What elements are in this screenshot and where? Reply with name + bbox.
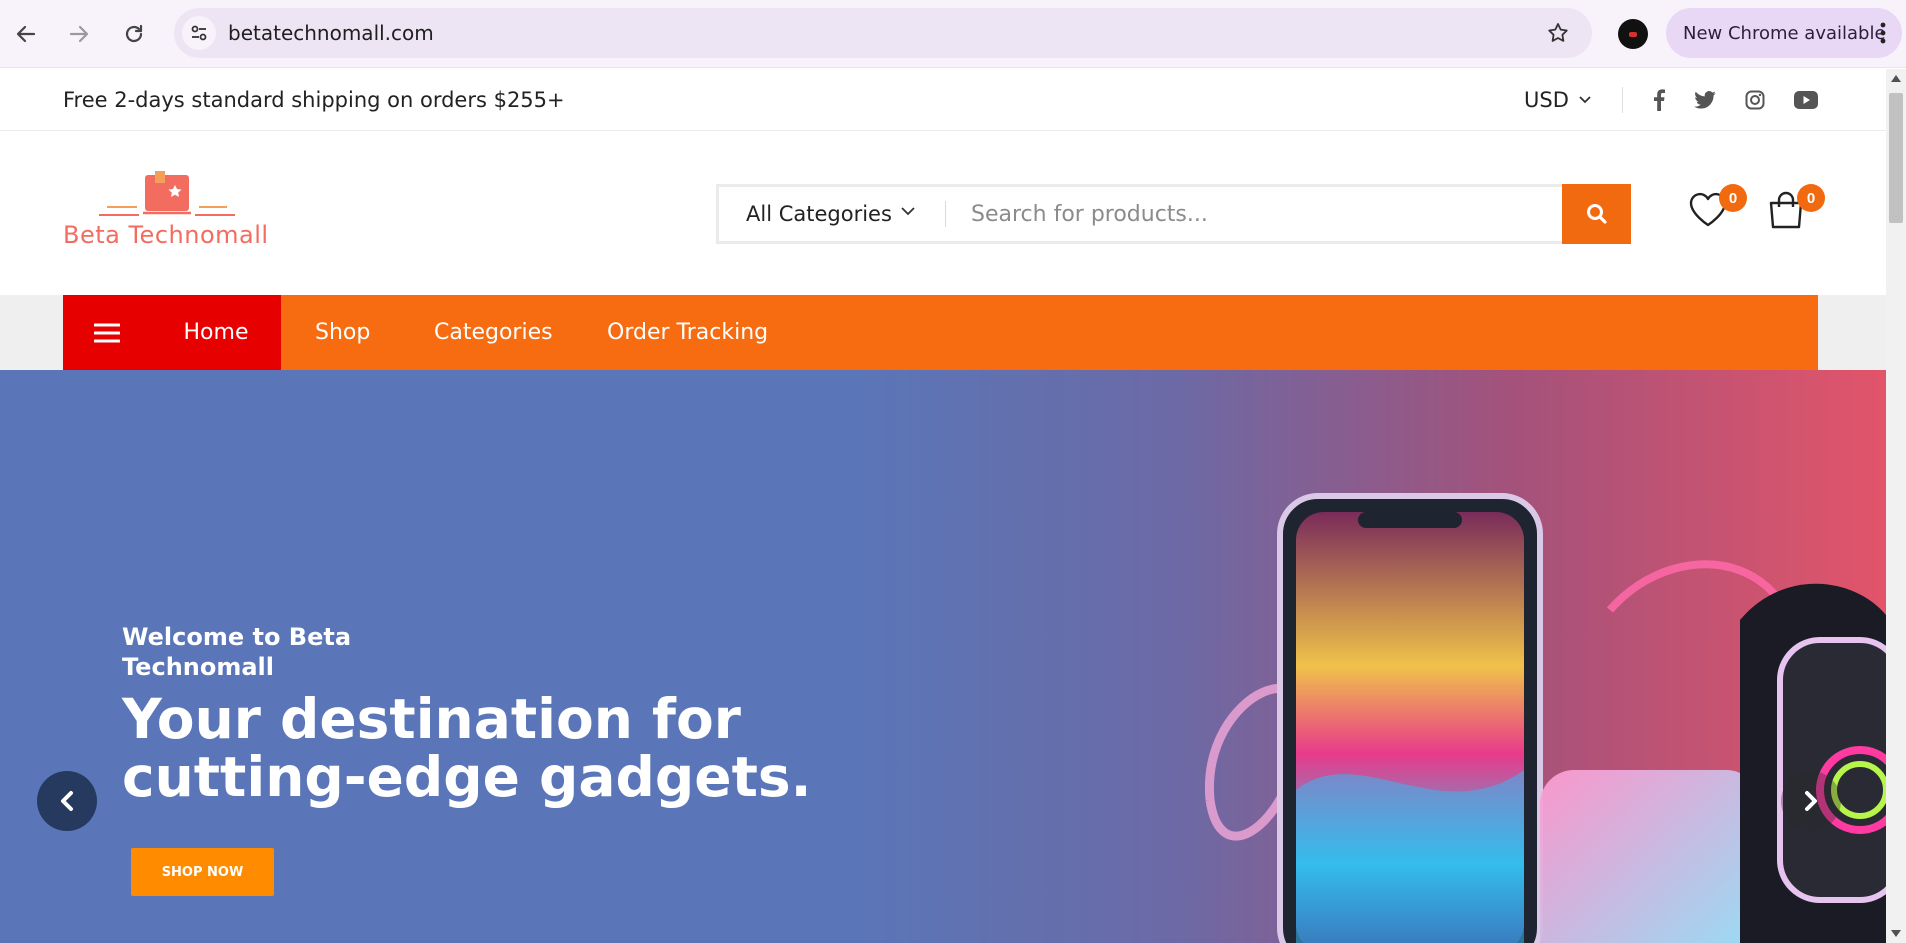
nav-item-home[interactable]: Home — [151, 295, 281, 370]
site-logo[interactable]: Beta Technomall — [63, 171, 273, 255]
facebook-link[interactable] — [1647, 88, 1671, 112]
more-vert-icon[interactable] — [1880, 22, 1886, 44]
reload-button[interactable] — [114, 14, 154, 54]
browser-toolbar: betatechnomall.com New Chrome available — [0, 0, 1906, 68]
logo-mark-icon — [99, 171, 235, 216]
cart-button[interactable]: 0 — [1765, 184, 1825, 239]
address-bar[interactable]: betatechnomall.com — [174, 8, 1592, 58]
logo-text: Beta Technomall — [63, 221, 269, 249]
search-button[interactable] — [1562, 184, 1631, 244]
page-scrollbar[interactable] — [1886, 69, 1906, 943]
shop-now-button[interactable]: SHOP NOW — [131, 848, 274, 896]
back-arrow-icon — [16, 25, 36, 43]
main-navigation: Home Shop Categories Order Tracking — [0, 295, 1886, 370]
product-search-form: All Categories — [716, 184, 1631, 244]
twitter-link[interactable] — [1693, 88, 1717, 112]
category-select[interactable]: All Categories — [719, 187, 945, 241]
instagram-icon — [1745, 90, 1765, 110]
search-input[interactable] — [959, 187, 1559, 241]
currency-label: USD — [1524, 88, 1569, 112]
nav-item-categories[interactable]: Categories — [434, 295, 553, 370]
update-label: New Chrome available — [1683, 22, 1886, 44]
twitter-icon — [1694, 91, 1716, 109]
site-header: Beta Technomall All Categories 0 0 — [0, 131, 1886, 295]
site-info-button[interactable] — [182, 16, 216, 50]
nav-item-order-tracking[interactable]: Order Tracking — [607, 295, 768, 370]
youtube-icon — [1794, 91, 1818, 109]
topbar-divider — [1622, 87, 1623, 113]
top-info-bar: Free 2-days standard shipping on orders … — [0, 69, 1886, 131]
chevron-right-icon — [1805, 791, 1817, 811]
shipping-notice: Free 2-days standard shipping on orders … — [63, 88, 565, 112]
chevron-down-icon — [1579, 96, 1591, 104]
search-divider — [945, 201, 946, 227]
hamburger-menu-icon — [94, 323, 120, 342]
back-button[interactable] — [6, 14, 46, 54]
profile-avatar[interactable] — [1618, 19, 1648, 49]
slider-prev-button[interactable] — [37, 771, 97, 831]
bookmark-button[interactable] — [1546, 21, 1570, 50]
wishlist-button[interactable]: 0 — [1687, 184, 1747, 239]
url-text[interactable]: betatechnomall.com — [228, 8, 434, 58]
gadgets-hero-image — [1205, 493, 1886, 943]
scrollbar-thumb[interactable] — [1889, 93, 1903, 223]
web-page: Free 2-days standard shipping on orders … — [0, 69, 1886, 943]
reload-icon — [125, 24, 143, 43]
chevron-down-icon — [901, 207, 915, 216]
forward-button[interactable] — [59, 14, 99, 54]
tune-icon — [191, 25, 207, 41]
category-select-value: All Categories — [746, 202, 892, 226]
hero-welcome-text: Welcome to Beta Technomall — [122, 623, 352, 681]
chevron-left-icon — [61, 791, 73, 811]
scroll-up-arrow[interactable] — [1891, 75, 1901, 82]
wishlist-count-badge: 0 — [1719, 184, 1747, 212]
browser-window: betatechnomall.com New Chrome available … — [0, 0, 1906, 943]
forward-arrow-icon — [69, 25, 89, 43]
cart-count-badge: 0 — [1797, 184, 1825, 212]
slider-next-button[interactable] — [1781, 771, 1841, 831]
currency-selector[interactable]: USD — [1524, 69, 1591, 131]
hero-headline: Your destination for cutting-edge gadget… — [122, 687, 812, 809]
youtube-link[interactable] — [1794, 88, 1818, 112]
menu-toggle-button[interactable] — [63, 295, 151, 370]
hero-slider: Welcome to Beta Technomall Your destinat… — [0, 370, 1886, 943]
search-icon — [1586, 204, 1607, 224]
chrome-update-button[interactable]: New Chrome available — [1666, 8, 1902, 58]
nav-item-shop[interactable]: Shop — [315, 295, 370, 370]
star-icon — [1548, 23, 1568, 42]
facebook-icon — [1654, 89, 1665, 111]
scroll-down-arrow[interactable] — [1891, 930, 1901, 937]
instagram-link[interactable] — [1743, 88, 1767, 112]
